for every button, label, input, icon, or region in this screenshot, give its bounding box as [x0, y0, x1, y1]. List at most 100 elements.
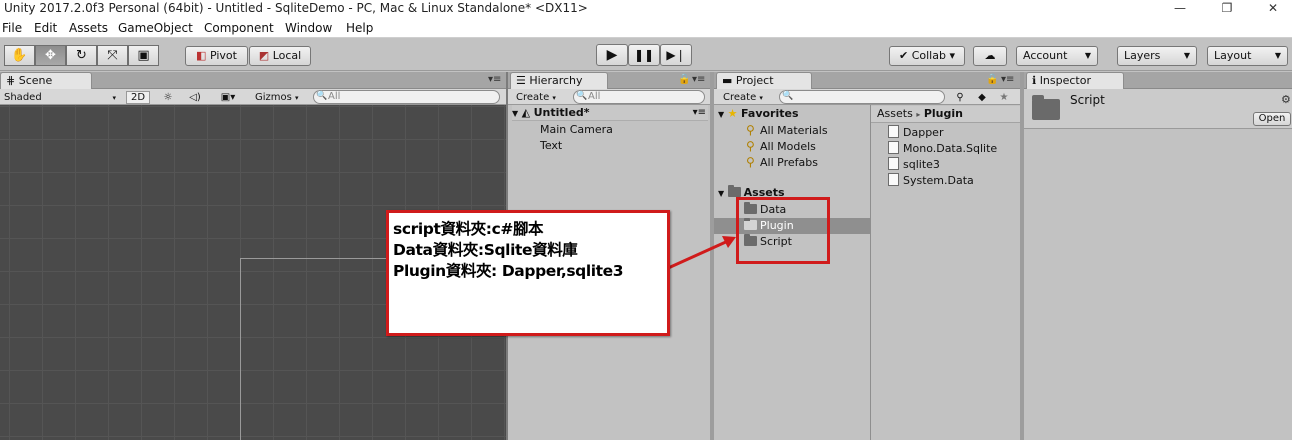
scene-search-input[interactable]: All: [313, 90, 500, 104]
file-icon: [888, 173, 899, 186]
lighting-toggle[interactable]: ☼: [157, 91, 179, 104]
scene-root-item[interactable]: ▼ ◭ Untitled* ▾≡: [512, 105, 708, 121]
tab-inspector[interactable]: ℹ Inspector: [1026, 72, 1124, 89]
pause-button[interactable]: ❚❚: [628, 44, 660, 66]
info-icon: ℹ: [1032, 74, 1040, 87]
minimize-button[interactable]: —: [1166, 0, 1194, 18]
filter-type-button[interactable]: ⚲: [952, 91, 968, 104]
hierarchy-item-text[interactable]: Text: [540, 138, 562, 154]
tab-hierarchy[interactable]: ☰ Hierarchy: [510, 72, 608, 89]
menu-edit[interactable]: Edit: [34, 21, 57, 35]
menu-assets[interactable]: Assets: [69, 21, 108, 35]
menu-gameobject[interactable]: GameObject: [118, 21, 193, 35]
favorite-item-all-materials[interactable]: ⚲ All Materials: [746, 122, 828, 138]
effects-dropdown[interactable]: ▣▾: [212, 91, 244, 104]
tab-project[interactable]: ▬ Project: [716, 72, 812, 89]
file-sqlite3[interactable]: sqlite3: [888, 157, 940, 173]
audio-toggle[interactable]: ◁): [184, 91, 206, 104]
tag-icon: ◆: [978, 92, 986, 103]
local-label: Local: [272, 49, 302, 62]
close-button[interactable]: ✕: [1259, 0, 1287, 18]
favorite-button[interactable]: ★: [996, 91, 1012, 104]
pivot-label: Pivot: [209, 49, 237, 62]
scene-name: Untitled*: [533, 106, 590, 119]
cube-icon: ◩: [258, 49, 273, 62]
open-button[interactable]: Open: [1253, 112, 1291, 126]
file-dapper[interactable]: Dapper: [888, 125, 943, 141]
tab-scene[interactable]: ⋕ Scene: [0, 72, 92, 89]
menu-window[interactable]: Window: [285, 21, 332, 35]
lock-icon[interactable]: 🔒: [678, 74, 690, 85]
collab-check-icon: ✔: [899, 49, 912, 62]
hierarchy-search-input[interactable]: All: [573, 90, 705, 104]
shading-dropdown[interactable]: Shaded ▾: [3, 91, 119, 104]
move-icon: ✥: [45, 48, 56, 63]
panel-menu-icon[interactable]: ▾≡: [1001, 74, 1014, 85]
project-create-dropdown[interactable]: Create ▾: [722, 91, 774, 104]
scale-tool-button[interactable]: ⤧: [97, 45, 128, 66]
step-button[interactable]: ▶❘: [660, 44, 692, 66]
favorite-item-all-prefabs[interactable]: ⚲ All Prefabs: [746, 154, 818, 170]
local-toggle[interactable]: ◩ Local: [249, 46, 311, 66]
lock-icon[interactable]: 🔒: [986, 74, 998, 85]
expand-arrow-icon: ▼: [512, 109, 519, 118]
collab-dropdown[interactable]: ✔ Collab ▾: [889, 46, 965, 66]
account-label: Account: [1023, 49, 1068, 62]
rect-icon: ▣: [137, 48, 150, 63]
file-icon: [888, 125, 899, 138]
hierarchy-create-dropdown[interactable]: Create ▾: [515, 91, 567, 104]
layers-dropdown[interactable]: Layers ▼: [1117, 46, 1197, 66]
play-button[interactable]: ▶: [596, 44, 628, 66]
inspector-object-name: Script: [1070, 92, 1105, 108]
file-system-data[interactable]: System.Data: [888, 173, 974, 189]
breadcrumb-separator-icon: ▸: [916, 110, 921, 119]
favorites-header[interactable]: ▼ ★ Favorites: [718, 106, 799, 122]
mode-2d-toggle[interactable]: 2D: [126, 91, 150, 104]
breadcrumb-assets[interactable]: Assets: [877, 107, 913, 120]
gear-icon[interactable]: ⚙: [1281, 93, 1291, 106]
breadcrumb-plugin[interactable]: Plugin: [924, 107, 963, 120]
cloud-icon: ☁: [984, 49, 996, 62]
cloud-button[interactable]: ☁: [973, 46, 1007, 66]
hierarchy-item-label: Text: [540, 139, 563, 152]
menu-component[interactable]: Component: [204, 21, 274, 35]
image-icon: ▣▾: [220, 92, 236, 103]
chevron-down-icon: ▼: [1084, 51, 1091, 60]
pause-icon: ❚❚: [633, 48, 655, 62]
file-label: Mono.Data.Sqlite: [903, 142, 998, 155]
annotation-line: Data資料夾:Sqlite資料庫: [393, 241, 578, 259]
favorite-label: All Models: [760, 140, 816, 153]
play-icon: ▶: [606, 47, 618, 63]
scene-menu-icon[interactable]: ▾≡: [693, 105, 706, 121]
inspector-tab-label: Inspector: [1039, 74, 1091, 87]
inspector-header: [1024, 89, 1292, 129]
menu-file[interactable]: File: [2, 21, 22, 35]
pivot-toggle[interactable]: ◧ Pivot: [185, 46, 248, 66]
object-name-label: Script: [1070, 93, 1105, 107]
hierarchy-search-placeholder: All: [588, 91, 601, 102]
rotate-tool-button[interactable]: ↻: [66, 45, 97, 66]
maximize-button[interactable]: ❐: [1213, 0, 1241, 18]
favorites-label: Favorites: [741, 107, 799, 120]
panel-menu-icon[interactable]: ▾≡: [488, 74, 501, 85]
hierarchy-item-main-camera[interactable]: Main Camera: [540, 122, 613, 138]
mode-2d-label: 2D: [130, 92, 146, 103]
chevron-down-icon: ▾: [295, 94, 299, 102]
chevron-down-icon: ▾: [112, 94, 116, 102]
move-tool-button[interactable]: ✥: [35, 45, 66, 66]
rect-tool-button[interactable]: ▣: [128, 45, 159, 66]
folder-large-icon: [1032, 99, 1060, 120]
create-label: Create: [723, 92, 757, 103]
scene-search-placeholder: All: [328, 91, 341, 102]
breadcrumb: Assets ▸ Plugin: [871, 106, 1020, 123]
project-search-input[interactable]: [779, 90, 945, 104]
favorite-item-all-models[interactable]: ⚲ All Models: [746, 138, 816, 154]
filter-label-button[interactable]: ◆: [974, 91, 990, 104]
panel-menu-icon[interactable]: ▾≡: [692, 74, 705, 85]
hand-tool-button[interactable]: ✋: [4, 45, 35, 66]
account-dropdown[interactable]: Account ▼: [1016, 46, 1098, 66]
gizmos-dropdown[interactable]: Gizmos ▾: [254, 91, 306, 104]
menu-help[interactable]: Help: [346, 21, 373, 35]
file-mono-data-sqlite[interactable]: Mono.Data.Sqlite: [888, 141, 997, 157]
layout-dropdown[interactable]: Layout ▼: [1207, 46, 1288, 66]
